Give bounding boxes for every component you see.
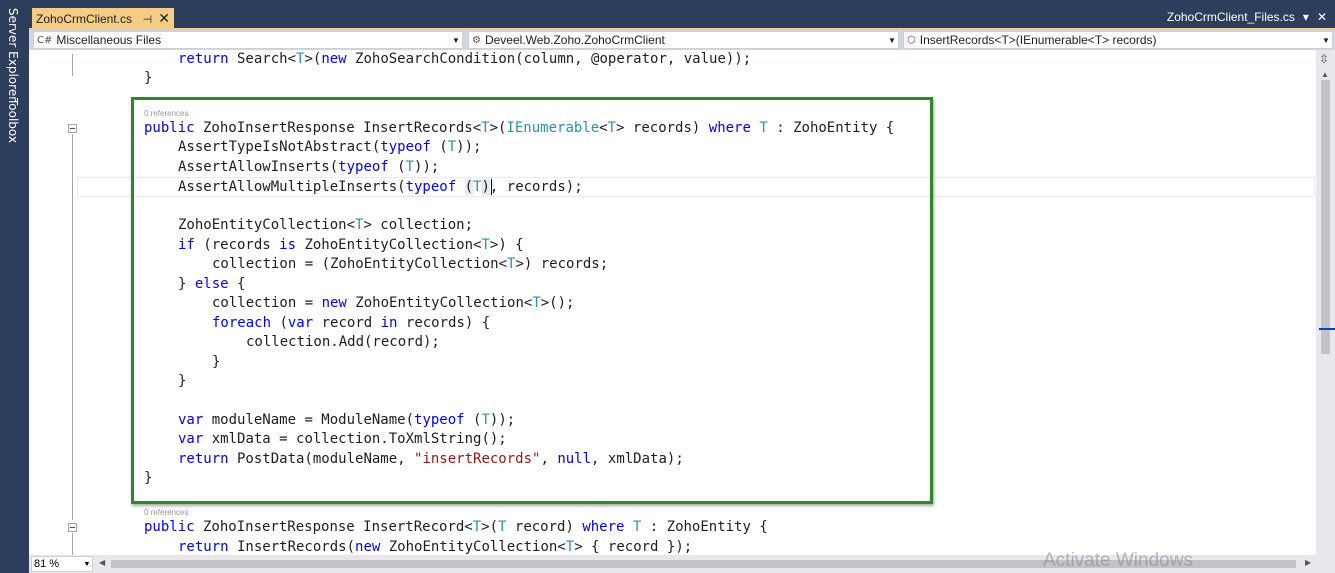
document-tab-bar: ZohoCrmClient.cs ⊣ ✕ ZohoCrmClient_Files… (29, 0, 1335, 30)
tab-title: ZohoCrmClient_Files.cs (1166, 10, 1295, 24)
server-explorer-tab[interactable]: Server Explorer (6, 8, 20, 101)
scroll-right-icon[interactable]: ▶ (1305, 558, 1311, 567)
toolbox-tab[interactable]: Toolbox (6, 98, 20, 143)
pin-icon[interactable]: ⊣ (143, 13, 153, 26)
member-dropdown-value: InsertRecords<T>(IEnumerable<T> records) (919, 33, 1157, 47)
chevron-down-icon: ▼ (1322, 35, 1330, 45)
tab-zohocrmclient[interactable]: ZohoCrmClient.cs ⊣ ✕ (32, 8, 174, 30)
chevron-down-icon: ▼ (452, 35, 460, 45)
caret-position-marker (1319, 328, 1335, 330)
outline-line (72, 134, 73, 520)
highlight-annotation-box (131, 97, 933, 504)
scroll-up-icon[interactable]: ▲ (1321, 70, 1329, 79)
split-window-icon[interactable]: ⇳ (1319, 52, 1329, 66)
chevron-down-icon: ▼ (83, 560, 91, 568)
type-dropdown[interactable]: ⚙ Deveel.Web.Zoho.ZohoCrmClient ▼ (468, 31, 899, 49)
csharp-file-icon: C# (37, 34, 53, 46)
member-dropdown[interactable]: ⬡ InsertRecords<T>(IEnumerable<T> record… (903, 31, 1333, 49)
outline-line (72, 54, 73, 76)
activate-windows-watermark: Activate Windows (1043, 550, 1193, 571)
type-dropdown-value: Deveel.Web.Zoho.ZohoCrmClient (484, 33, 665, 47)
method-icon: ⬡ (907, 34, 916, 46)
outline-line (72, 533, 73, 555)
project-dropdown-value: Miscellaneous Files (56, 33, 162, 47)
vertical-scrollbar[interactable]: ⇳ ▲ (1316, 50, 1335, 555)
close-icon[interactable]: ✕ (1317, 10, 1327, 24)
tab-zohocrmclient-files[interactable]: ZohoCrmClient_Files.cs ▾ ✕ (1167, 10, 1327, 24)
scroll-left-icon[interactable]: ◀ (99, 558, 105, 567)
code-editor[interactable]: return Search<T>(new ZohoSearchCondition… (29, 50, 1316, 555)
code-lens-references[interactable]: 0 references (144, 508, 188, 517)
tool-window-strip: Server Explorer Toolbox (0, 0, 29, 573)
zoom-dropdown[interactable]: 81 % ▼ (31, 556, 93, 572)
tab-title: ZohoCrmClient.cs (36, 12, 133, 26)
class-icon: ⚙ (472, 34, 481, 46)
collapse-toggle-icon[interactable] (68, 124, 77, 133)
navigation-bar: C# Miscellaneous Files ▼ ⚙ Deveel.Web.Zo… (29, 30, 1335, 50)
chevron-down-icon: ▼ (888, 35, 896, 45)
close-icon[interactable]: ✕ (158, 11, 170, 27)
tab-list-dropdown-icon[interactable]: ▾ (1303, 10, 1309, 24)
code-line: return InsertRecords(new ZohoEntityColle… (178, 539, 693, 555)
scrollbar-thumb[interactable] (1321, 80, 1330, 354)
zoom-level: 81 % (34, 558, 60, 570)
code-line: public ZohoInsertResponse InsertRecord<T… (144, 519, 768, 535)
project-dropdown[interactable]: C# Miscellaneous Files ▼ (33, 31, 463, 49)
code-line: } (144, 70, 153, 86)
collapse-toggle-icon[interactable] (68, 523, 77, 532)
code-line: return Search<T>(new ZohoSearchCondition… (178, 51, 752, 67)
